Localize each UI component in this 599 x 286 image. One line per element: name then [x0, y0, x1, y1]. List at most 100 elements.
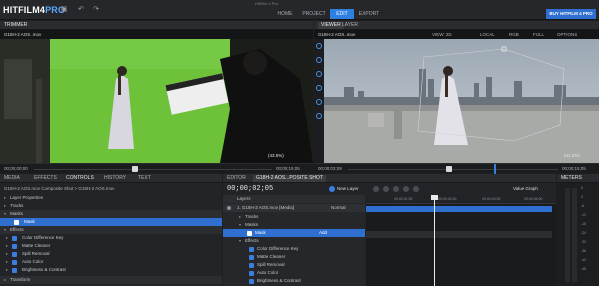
- viewer-video-frame[interactable]: [324, 39, 599, 163]
- buy-button[interactable]: BUY HITFILM 4 PRO: [546, 9, 596, 19]
- channels-dropdown[interactable]: RGB: [509, 32, 519, 37]
- effect-checkbox[interactable]: [12, 251, 17, 257]
- trimmer-zoom[interactable]: (43.5%): [268, 153, 284, 158]
- masks-row[interactable]: ▾ Masks: [0, 210, 222, 218]
- effect-item[interactable]: Spill Removal: [223, 261, 365, 269]
- nav-project-tab[interactable]: PROJECT: [299, 9, 329, 19]
- tab-controls[interactable]: CONTROLS: [66, 175, 94, 182]
- effect-checkbox[interactable]: [12, 267, 17, 273]
- nav-home-tab[interactable]: HOME: [272, 9, 298, 19]
- masks-row[interactable]: ▾ Masks: [223, 221, 365, 229]
- tab-media[interactable]: MEDIA: [4, 175, 20, 182]
- blend-mode-dropdown[interactable]: Normal: [331, 204, 346, 212]
- window-title: HitFilm 4 Pro: [255, 1, 279, 6]
- tab-editor[interactable]: EDITOR: [227, 175, 246, 182]
- mask-label: Mask: [255, 230, 266, 235]
- mask-checkbox[interactable]: [247, 230, 252, 236]
- tab-layer[interactable]: LAYER: [342, 22, 358, 29]
- trimmer-scrub-track[interactable]: [34, 169, 272, 170]
- effect-item[interactable]: Auto Color: [223, 269, 365, 277]
- effect-label: Spill Removal: [257, 262, 285, 267]
- viewer-zoom[interactable]: (41.2%): [564, 153, 580, 158]
- text-tool-icon[interactable]: [316, 113, 322, 119]
- view-mode-dropdown[interactable]: VIEW: 2D: [432, 32, 452, 37]
- timeline-tool-icon[interactable]: [403, 186, 409, 192]
- effect-item[interactable]: Matte Cleaner: [223, 253, 365, 261]
- space-dropdown[interactable]: LOCAL: [480, 32, 495, 37]
- new-layer-icon[interactable]: [329, 186, 335, 192]
- pan-tool-icon[interactable]: [316, 57, 322, 63]
- visibility-eye-icon[interactable]: [227, 206, 231, 210]
- effect-item[interactable]: ▸ Matte Cleaner: [0, 242, 222, 250]
- mask-row[interactable]: Mask: [0, 218, 222, 226]
- timeline-playhead[interactable]: [434, 195, 435, 286]
- tab-effects[interactable]: EFFECTS: [34, 175, 57, 182]
- undo-icon[interactable]: ↶: [77, 6, 85, 14]
- trimmer-tab[interactable]: TRIMMER: [4, 22, 27, 29]
- mask-checkbox[interactable]: [14, 219, 19, 225]
- nav-edit-tab[interactable]: EDIT: [330, 9, 354, 19]
- freehand-tool-icon[interactable]: [316, 99, 322, 105]
- effects-row[interactable]: ▾ Effects: [0, 226, 222, 234]
- layer-properties-label: Layer Properties: [10, 195, 44, 200]
- tab-text[interactable]: TEXT: [138, 175, 151, 182]
- meter-scale-label: -6: [581, 204, 585, 208]
- tab-composite-shot[interactable]: G18H-2 AOS...POSITE SHOT: [253, 175, 326, 182]
- tracks-row[interactable]: ▸ Tracks: [0, 202, 222, 210]
- effect-item[interactable]: Brightness & Contrast: [223, 277, 365, 285]
- redo-icon[interactable]: ↷: [92, 6, 100, 14]
- timeline-area[interactable]: 00;00;01;00 00;00;02;00 00;00;03;00 00;0…: [366, 195, 556, 286]
- app-window: HITFILM4PRO ▣ ↶ ↷ HitFilm 4 Pro HOME PRO…: [0, 0, 599, 286]
- quality-dropdown[interactable]: FULL: [533, 32, 544, 37]
- effect-item[interactable]: ▸ Auto Color: [0, 258, 222, 266]
- layers-header: Layers: [223, 195, 365, 203]
- layer-clip-bar[interactable]: [366, 206, 552, 212]
- timeline-tool-icon[interactable]: [413, 186, 419, 192]
- mask-tool-icon[interactable]: [316, 85, 322, 91]
- tab-history[interactable]: HISTORY: [104, 175, 126, 182]
- tab-meters[interactable]: METERS: [561, 175, 582, 182]
- effect-item[interactable]: ▸ Color Difference Key: [0, 234, 222, 242]
- timeline-tool-icon[interactable]: [383, 186, 389, 192]
- tab-viewer[interactable]: VIEWER: [318, 22, 344, 29]
- effect-item[interactable]: ▸ Brightness & Contrast: [0, 266, 222, 274]
- effect-checkbox[interactable]: [249, 254, 254, 260]
- timeline-tool-icon[interactable]: [393, 186, 399, 192]
- tracks-row[interactable]: ▸ Tracks: [223, 213, 365, 221]
- layer-row[interactable]: 1. G18H-2 AOS.mov [Media] Normal: [223, 204, 365, 212]
- viewer-scrub-track[interactable]: [348, 169, 558, 170]
- mask-track-bar[interactable]: [366, 231, 552, 238]
- save-icon[interactable]: ▣: [60, 6, 68, 14]
- zoom-tool-icon[interactable]: [316, 71, 322, 77]
- effect-checkbox[interactable]: [249, 278, 254, 284]
- layer-properties-row[interactable]: ▸ Layer Properties: [0, 194, 222, 202]
- effect-item[interactable]: Color Difference Key: [223, 245, 365, 253]
- effect-checkbox[interactable]: [249, 262, 254, 268]
- editor-timecode[interactable]: 00;00;02;05: [227, 185, 273, 193]
- effect-checkbox[interactable]: [249, 270, 254, 276]
- nav-export-tab[interactable]: EXPORT: [355, 9, 383, 19]
- timeline-ruler[interactable]: 00;00;01;00 00;00;02;00 00;00;03;00 00;0…: [366, 195, 556, 204]
- trimmer-video-frame[interactable]: [0, 39, 313, 163]
- trimmer-timebar[interactable]: 00;00;00;00 00;00;15;05: [0, 163, 313, 173]
- effect-checkbox[interactable]: [12, 235, 17, 241]
- value-graph-toggle[interactable]: Value Graph: [513, 186, 538, 191]
- new-layer-button[interactable]: New Layer: [337, 186, 359, 191]
- effect-item[interactable]: ▸ Spill Removal: [0, 250, 222, 258]
- trimmer-play-button[interactable]: [132, 166, 138, 172]
- effect-checkbox[interactable]: [12, 243, 17, 249]
- effect-checkbox[interactable]: [249, 246, 254, 252]
- timeline-tool-icon[interactable]: [373, 186, 379, 192]
- viewer-panel: VIEWER LAYER G18H-2 AOS..mov VIEW: 2D LO…: [314, 21, 599, 174]
- options-dropdown[interactable]: OPTIONS: [557, 32, 577, 37]
- viewer-timebar[interactable]: 00;00;03;09 00;00;15;05: [314, 163, 599, 174]
- effect-checkbox[interactable]: [12, 259, 17, 265]
- playhead-handle[interactable]: [431, 195, 438, 200]
- viewer-playhead[interactable]: [494, 164, 496, 174]
- transform-row[interactable]: ▸ Transform: [0, 276, 222, 284]
- select-tool-icon[interactable]: [316, 43, 322, 49]
- viewer-play-button[interactable]: [446, 166, 452, 172]
- mask-blend-dropdown[interactable]: Add: [319, 229, 327, 237]
- effects-row[interactable]: ▾ Effects: [223, 237, 365, 245]
- mask-row[interactable]: Mask Add: [223, 229, 365, 237]
